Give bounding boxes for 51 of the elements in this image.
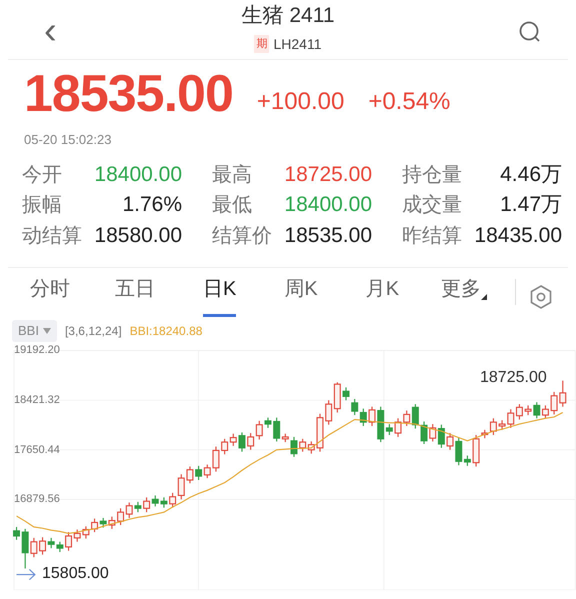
stat-value: 4.46万 [500,162,562,188]
stat-label: 最高 [212,163,252,188]
caret-icon [42,328,51,334]
stat-label: 最低 [212,193,252,218]
stat-label: 昨结算 [402,224,462,249]
percent-change: +0.54% [368,87,450,117]
period-tab[interactable]: 分时 [30,274,70,318]
stat-label: 今开 [22,163,62,188]
low-marker-icon [16,568,36,580]
last-price: 18535.00 [24,68,233,120]
stat-label: 持仓量 [402,163,462,188]
price-change: +100.00 [256,87,344,117]
stat-label: 结算价 [212,224,272,249]
axis-label: 16879.56 [14,492,60,506]
stat-value: 18535.00 [284,222,372,249]
candlestick [290,436,298,457]
high-price-label: 18725.00 [480,368,547,387]
futures-badge: 期 [254,34,270,54]
stat-label: 成交量 [402,193,462,218]
stat-label: 振幅 [22,193,62,218]
candlestick [342,387,350,400]
candlestick [316,414,324,452]
contract-code: LH2411 [273,34,322,54]
indicator-params: [3,6,12,24] [64,323,122,340]
stat-value: 1.47万 [500,192,562,218]
axis-label: 19192.20 [14,343,60,358]
stat-value: 18400.00 [284,192,372,218]
axis-label: 18421.32 [14,393,60,407]
period-tab[interactable]: 更多 [441,274,482,318]
corner-triangle-icon [481,294,488,300]
stat-value: 1.76% [122,192,182,218]
back-button[interactable]: ‹ [38,12,63,50]
stat-value: 18435.00 [474,222,562,249]
stat-label: 动结算 [22,224,82,249]
indicator-dropdown[interactable]: BBI [12,320,57,342]
stat-value: 18725.00 [284,162,372,188]
candlestick [368,406,376,426]
stat-value: 18400.00 [94,162,182,188]
period-tab[interactable]: 月K [366,274,400,318]
period-tab[interactable]: 周K [284,274,318,318]
period-tab[interactable]: 五日 [115,274,155,318]
candlestick [264,417,272,428]
search-button[interactable] [518,20,542,44]
axis-label: 17650.44 [14,442,60,457]
period-tab[interactable]: 日K [203,274,236,318]
stat-value: 18580.00 [94,222,182,249]
quote-time: 05-20 15:02:23 [24,132,112,147]
page-title: 生猪 2411 [242,4,334,26]
indicator-value: BBI:18240.88 [130,323,202,340]
settings-icon[interactable] [530,285,552,310]
low-price-label: 15805.00 [42,565,109,584]
